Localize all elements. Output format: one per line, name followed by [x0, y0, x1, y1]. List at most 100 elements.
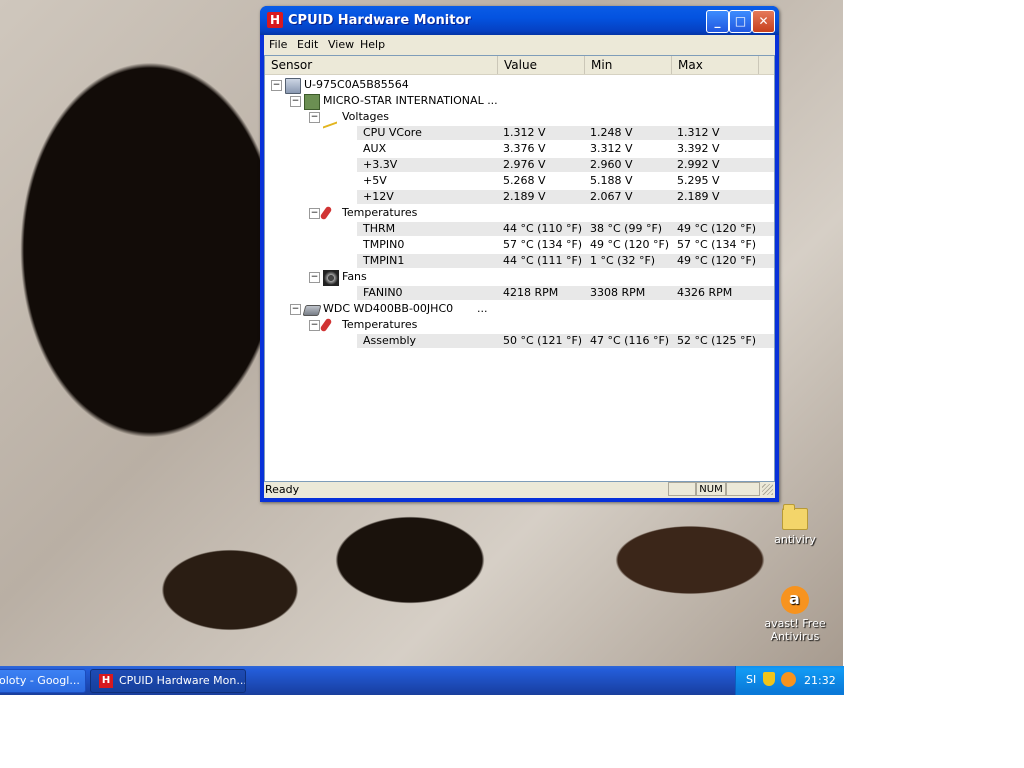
tree-node[interactable]: − Temperatures: [265, 317, 774, 333]
column-value[interactable]: Value: [498, 56, 585, 74]
sensor-row[interactable]: +5V 5.268 V 5.188 V 5.295 V: [265, 173, 774, 189]
column-header: Sensor Value Min Max: [265, 56, 774, 75]
sensor-max: 4326 RPM: [677, 286, 733, 299]
taskbar-button-cpuid[interactable]: H CPUID Hardware Mon...: [90, 669, 246, 693]
sensor-min: 47 °C (116 °F): [590, 334, 670, 347]
sensor-max: 49 °C (120 °F): [677, 254, 757, 267]
minimize-button[interactable]: _: [706, 10, 729, 33]
sensor-label: Fans: [342, 270, 367, 283]
clock[interactable]: 21:32: [804, 674, 836, 687]
collapse-toggle[interactable]: −: [309, 272, 320, 283]
computer-icon: [285, 78, 301, 94]
app-icon[interactable]: H: [267, 12, 283, 28]
sensor-min: 5.188 V: [590, 174, 633, 187]
sensor-row[interactable]: Assembly 50 °C (121 °F) 47 °C (116 °F) 52 °…: [265, 333, 774, 349]
sensor-max: 2.189 V: [677, 190, 720, 203]
sensor-min: 3308 RPM: [590, 286, 646, 299]
tree-node[interactable]: − U-975C0A5B85564: [265, 77, 774, 94]
motherboard-icon: [304, 94, 320, 110]
tree-node[interactable]: − WDC WD400BB-00JHC0...: [265, 301, 774, 317]
avast-tray-icon[interactable]: [781, 672, 796, 687]
resize-grip[interactable]: [762, 484, 773, 495]
sensor-value: 3.376 V: [503, 142, 546, 155]
maximize-button[interactable]: □: [729, 10, 752, 33]
sensor-min: 2.960 V: [590, 158, 633, 171]
sensor-label: TMPIN0: [363, 238, 405, 251]
sensor-row[interactable]: AUX 3.376 V 3.312 V 3.392 V: [265, 141, 774, 157]
security-shield-icon[interactable]: [763, 672, 775, 686]
fan-icon: [323, 270, 339, 286]
tree-node[interactable]: − Temperatures: [265, 205, 774, 221]
sensor-label: Voltages: [342, 110, 389, 123]
sensor-label: MICRO-STAR INTERNATIONAL ...: [323, 94, 498, 107]
sensor-row[interactable]: +3.3V 2.976 V 2.960 V 2.992 V: [265, 157, 774, 173]
sensor-row[interactable]: CPU VCore 1.312 V 1.248 V 1.312 V: [265, 125, 774, 141]
collapse-toggle[interactable]: −: [309, 320, 320, 331]
sensor-row[interactable]: TMPIN0 57 °C (134 °F) 49 °C (120 °F) 57 °C …: [265, 237, 774, 253]
hard-drive-icon: [302, 305, 322, 316]
column-sensor[interactable]: Sensor: [265, 56, 498, 74]
sensor-max: 2.992 V: [677, 158, 720, 171]
desktop-icon-antiviry[interactable]: antiviry: [760, 504, 830, 546]
folder-icon: [782, 504, 808, 530]
menu-view[interactable]: View: [328, 38, 354, 51]
sensor-min: 49 °C (120 °F): [590, 238, 670, 251]
language-indicator[interactable]: SI: [746, 673, 756, 686]
taskbar: oloty - Googl... H CPUID Hardware Mon...…: [0, 666, 844, 695]
collapse-toggle[interactable]: −: [271, 80, 282, 91]
sensor-label: U-975C0A5B85564: [304, 78, 409, 91]
collapse-toggle[interactable]: −: [309, 208, 320, 219]
column-max[interactable]: Max: [672, 56, 759, 74]
sensor-max: 5.295 V: [677, 174, 720, 187]
close-button[interactable]: ✕: [752, 10, 775, 33]
app-taskbar-icon: H: [99, 674, 113, 688]
sensor-min: 2.067 V: [590, 190, 633, 203]
menu-file[interactable]: File: [269, 38, 287, 51]
sensor-row[interactable]: TMPIN1 44 °C (111 °F) 1 °C (32 °F) 49 °C (1…: [265, 253, 774, 269]
sensor-row[interactable]: FANIN0 4218 RPM 3308 RPM 4326 RPM: [265, 285, 774, 301]
thermometer-icon: [319, 205, 333, 221]
sensor-label: AUX: [363, 142, 387, 155]
menu-edit[interactable]: Edit: [297, 38, 318, 51]
sensor-value: 4218 RPM: [503, 286, 559, 299]
taskbar-button-google[interactable]: oloty - Googl...: [0, 669, 86, 693]
sensor-min: 3.312 V: [590, 142, 633, 155]
sensor-value: 1.312 V: [503, 126, 546, 139]
window-title: CPUID Hardware Monitor: [288, 13, 471, 28]
window-client: File Edit View Help Sensor Value Min Max…: [264, 35, 775, 498]
sensor-label: WDC WD400BB-00JHC0: [323, 302, 454, 315]
sensor-row[interactable]: +12V 2.189 V 2.067 V 2.189 V: [265, 189, 774, 205]
taskbar-button-label: oloty - Googl...: [0, 674, 80, 687]
title-bar[interactable]: H CPUID Hardware Monitor _ □ ✕: [260, 6, 779, 35]
collapse-toggle[interactable]: −: [290, 304, 301, 315]
sensor-tree-list[interactable]: Sensor Value Min Max − U-975C0A5B85564− MI…: [264, 55, 775, 482]
sensor-value: 44 °C (110 °F): [503, 222, 583, 235]
menu-help[interactable]: Help: [360, 38, 385, 51]
sensor-max: 52 °C (125 °F): [677, 334, 757, 347]
status-panel-empty: [726, 482, 760, 496]
collapse-toggle[interactable]: −: [290, 96, 301, 107]
hardware-monitor-window: H CPUID Hardware Monitor _ □ ✕ File Edit…: [260, 6, 779, 502]
desktop-icon-label: avast! Free Antivirus: [764, 617, 826, 643]
sensor-max: 3.392 V: [677, 142, 720, 155]
sensor-value: 44 °C (111 °F): [503, 254, 583, 267]
sensor-row[interactable]: THRM 44 °C (110 °F) 38 °C (99 °F) 49 °C (12…: [265, 221, 774, 237]
collapse-toggle[interactable]: −: [309, 112, 320, 123]
sensor-value: ...: [477, 302, 488, 315]
sensor-value: 5.268 V: [503, 174, 546, 187]
sensor-label: +5V: [363, 174, 387, 187]
tree-node[interactable]: − Voltages: [265, 107, 774, 129]
column-min[interactable]: Min: [585, 56, 672, 74]
status-bar: Ready NUM: [264, 481, 775, 498]
sensor-label: +12V: [363, 190, 394, 203]
thermometer-icon: [319, 317, 333, 333]
tree-node[interactable]: − MICRO-STAR INTERNATIONAL ...: [265, 93, 774, 110]
system-tray: SI 21:32: [735, 666, 844, 695]
tree-node[interactable]: − Fans: [265, 269, 774, 286]
sensor-label: Temperatures: [342, 206, 418, 219]
sensor-value: 50 °C (121 °F): [503, 334, 583, 347]
sensor-label: THRM: [363, 222, 396, 235]
desktop-icon-avast[interactable]: avast! Free Antivirus: [760, 586, 830, 643]
status-panel-empty: [668, 482, 696, 496]
sensor-label: CPU VCore: [363, 126, 422, 139]
